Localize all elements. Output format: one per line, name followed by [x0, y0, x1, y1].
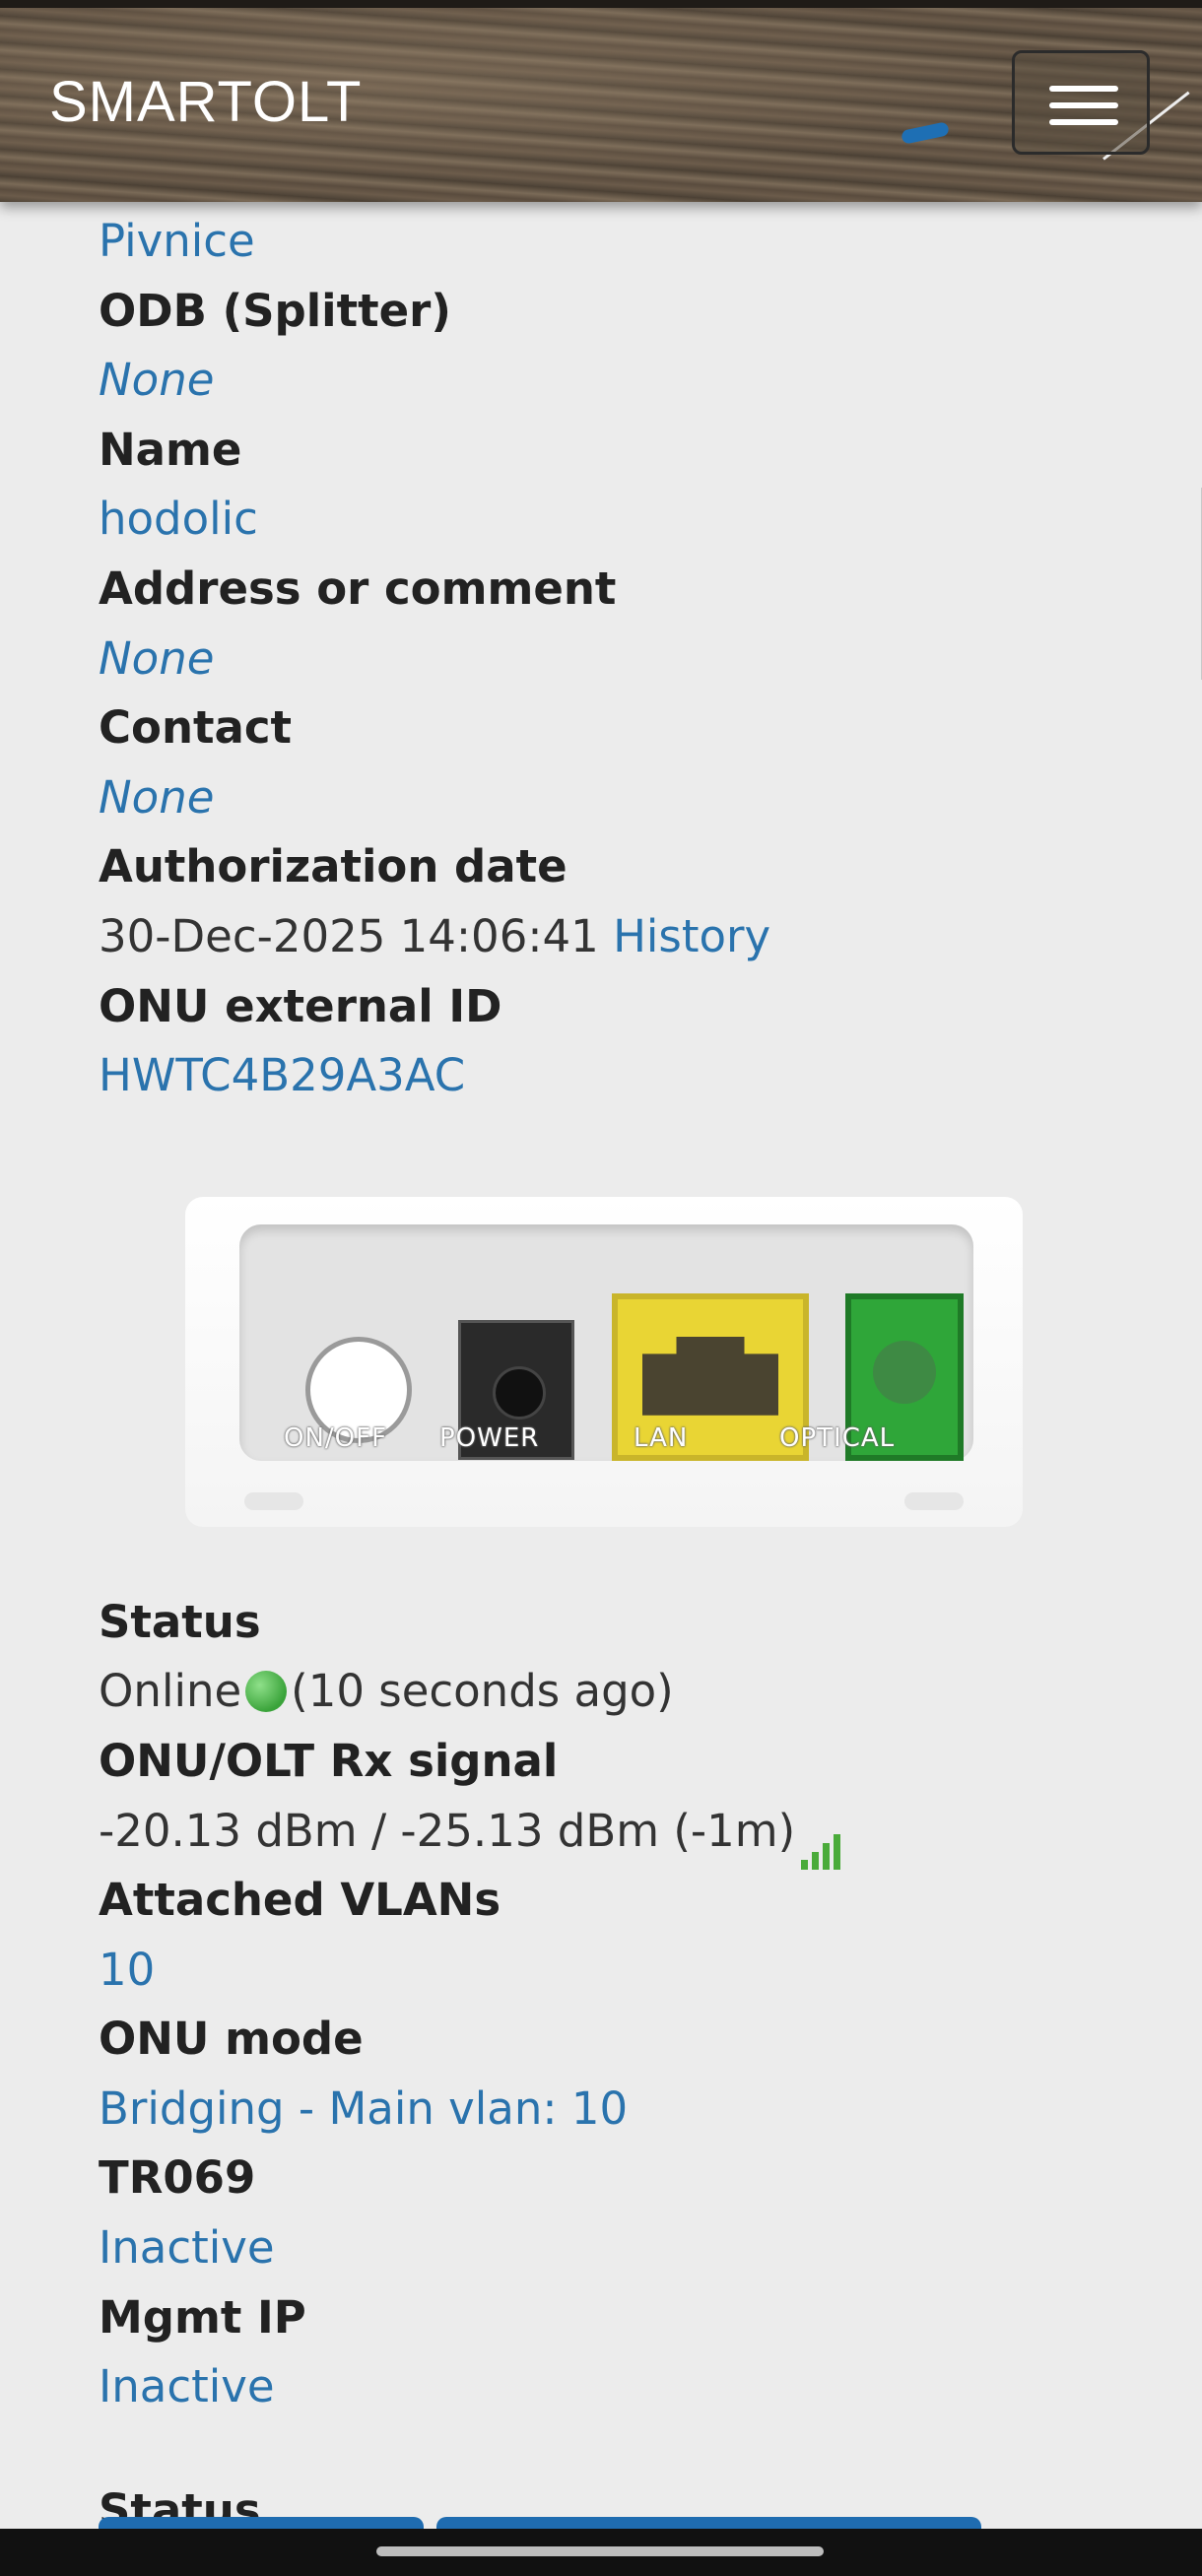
globe-icon — [245, 1671, 288, 1713]
odb-label: ODB (Splitter) — [99, 284, 451, 337]
brand-logo[interactable]: SMARTOLT — [49, 69, 362, 135]
port-label-lan: LAN — [634, 1422, 689, 1453]
device-foot — [244, 1491, 303, 1510]
signal-row: -20.13 dBm / -25.13 dBm (-1m) — [99, 1797, 1163, 1871]
mgmt-ip-label: Mgmt IP — [99, 2290, 306, 2344]
port-label-power: POWER — [439, 1422, 540, 1453]
vlans-value-link[interactable]: 10 — [99, 1936, 1163, 2006]
vlans-label: Attached VLANs — [99, 1874, 501, 1927]
port-label-optical: OPTICAL — [779, 1422, 896, 1453]
status-row: Online (10 seconds ago) — [99, 1657, 1163, 1727]
history-link[interactable]: History — [613, 910, 770, 962]
external-id-label: ONU external ID — [99, 979, 502, 1032]
authorization-date-label: Authorization date — [99, 840, 568, 893]
odb-value-link[interactable]: None — [99, 346, 1163, 416]
status-label: Status — [99, 1595, 261, 1648]
name-label: Name — [99, 423, 242, 476]
authorization-date-row: 30-Dec-2025 14:06:41 History — [99, 902, 1163, 972]
tr069-value-link[interactable]: Inactive — [99, 2213, 1163, 2283]
device-foot — [904, 1491, 964, 1510]
home-indicator[interactable] — [376, 2546, 824, 2556]
menu-icon — [1049, 86, 1118, 92]
nav-decoration — [901, 121, 950, 145]
menu-icon-bar — [1049, 102, 1118, 108]
contact-label: Contact — [99, 701, 293, 755]
contact-value-link[interactable]: None — [99, 763, 1163, 833]
onu-details: Pivnice ODB (Splitter) None Name hodolic… — [99, 207, 1163, 2545]
zone-value-link[interactable]: Pivnice — [99, 207, 1163, 277]
address-value-link[interactable]: None — [99, 625, 1163, 694]
top-navbar: SMARTOLT — [0, 0, 1202, 202]
address-label: Address or comment — [99, 561, 617, 615]
action-button[interactable] — [99, 2517, 424, 2529]
action-button[interactable] — [436, 2517, 981, 2529]
menu-toggle-button[interactable] — [1012, 50, 1150, 155]
menu-icon-bar — [1049, 119, 1118, 125]
port-label-onoff: ON/OFF — [284, 1422, 388, 1453]
onu-mode-link[interactable]: Bridging - Main vlan: 10 — [99, 2075, 1163, 2145]
external-id-link[interactable]: HWTC4B29A3AC — [99, 1041, 1163, 1111]
status-value: Online — [99, 1665, 242, 1718]
signal-value: -20.13 dBm / -25.13 dBm (-1m) — [99, 1804, 796, 1857]
name-value-link[interactable]: hodolic — [99, 485, 1163, 555]
signal-label: ONU/OLT Rx signal — [99, 1734, 559, 1787]
authorization-date-value: 30-Dec-2025 14:06:41 — [99, 909, 599, 962]
onu-device-image: ON/OFF POWER LAN OPTICAL — [185, 1196, 1023, 1527]
mgmt-ip-value-link[interactable]: Inactive — [99, 2352, 1163, 2422]
tr069-label: TR069 — [99, 2151, 256, 2205]
status-ago: (10 seconds ago) — [291, 1665, 674, 1718]
onu-mode-label: ONU mode — [99, 2013, 364, 2066]
signal-bars-icon — [801, 1801, 844, 1871]
